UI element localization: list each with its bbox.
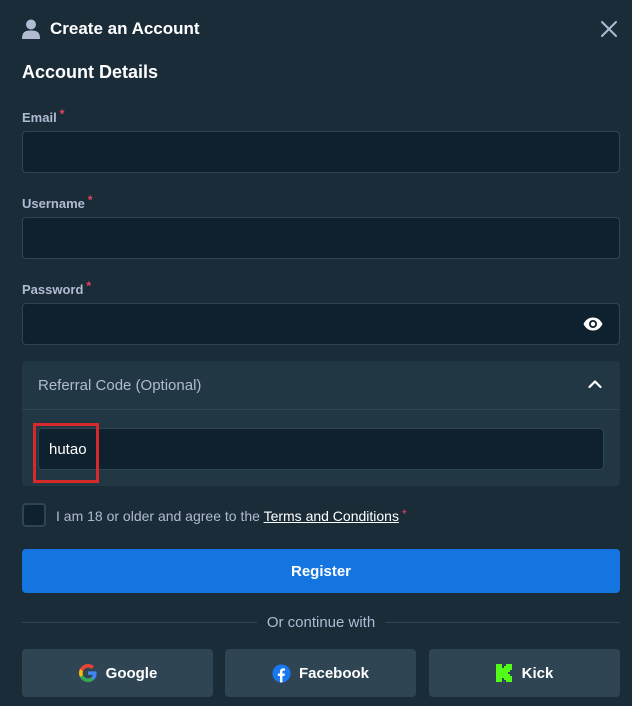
agreement-row: I am 18 or older and agree to the Terms … <box>22 503 407 527</box>
section-title: Account Details <box>22 62 159 82</box>
kick-icon <box>495 664 512 682</box>
divider: Or continue with <box>22 612 621 632</box>
register-button[interactable]: Register <box>22 549 620 593</box>
agreement-label: I am 18 or older and agree to the <box>56 507 260 524</box>
kick-button[interactable]: Kick <box>429 649 620 697</box>
divider-line-left <box>22 621 257 623</box>
password-field[interactable] <box>22 303 620 345</box>
agreement-text: I am 18 or older and agree to the Terms … <box>56 507 407 524</box>
highlight-box <box>33 423 99 483</box>
referral-toggle[interactable]: Referral Code (Optional) <box>22 361 620 410</box>
password-label: Password * <box>22 279 91 297</box>
google-button[interactable]: Google <box>22 649 213 697</box>
required-mark: * <box>86 279 92 293</box>
modal-title: Create an Account <box>50 19 200 38</box>
required-mark: * <box>401 506 407 521</box>
username-label: Username * <box>22 193 93 211</box>
email-label-text: Email <box>22 110 57 125</box>
referral-label: Referral Code (Optional) <box>38 377 202 394</box>
close-icon[interactable] <box>600 20 618 38</box>
kick-label: Kick <box>521 664 554 682</box>
terms-link[interactable]: Terms and Conditions <box>264 508 399 524</box>
divider-line-right <box>385 621 621 623</box>
username-field[interactable] <box>22 217 620 259</box>
password-label-text: Password <box>22 282 84 297</box>
username-label-text: Username <box>22 196 85 211</box>
email-field[interactable] <box>22 131 620 173</box>
referral-code-input[interactable]: hutao <box>38 428 604 470</box>
google-label: Google <box>105 664 158 682</box>
create-account-modal: Create an Account Account Details Email *… <box>0 0 632 706</box>
facebook-button[interactable]: Facebook <box>225 649 416 697</box>
user-icon <box>22 19 40 39</box>
required-mark: * <box>59 107 65 121</box>
modal-header: Create an Account <box>22 16 200 42</box>
agreement-checkbox[interactable] <box>22 503 46 527</box>
facebook-icon <box>272 663 291 683</box>
eye-icon[interactable] <box>583 317 603 331</box>
required-mark: * <box>87 193 93 207</box>
referral-section: Referral Code (Optional) hutao <box>22 361 620 486</box>
divider-text: Or continue with <box>266 613 376 631</box>
chevron-up-icon <box>588 380 602 389</box>
email-label: Email * <box>22 107 64 125</box>
google-icon <box>78 664 97 682</box>
facebook-label: Facebook <box>298 664 370 682</box>
